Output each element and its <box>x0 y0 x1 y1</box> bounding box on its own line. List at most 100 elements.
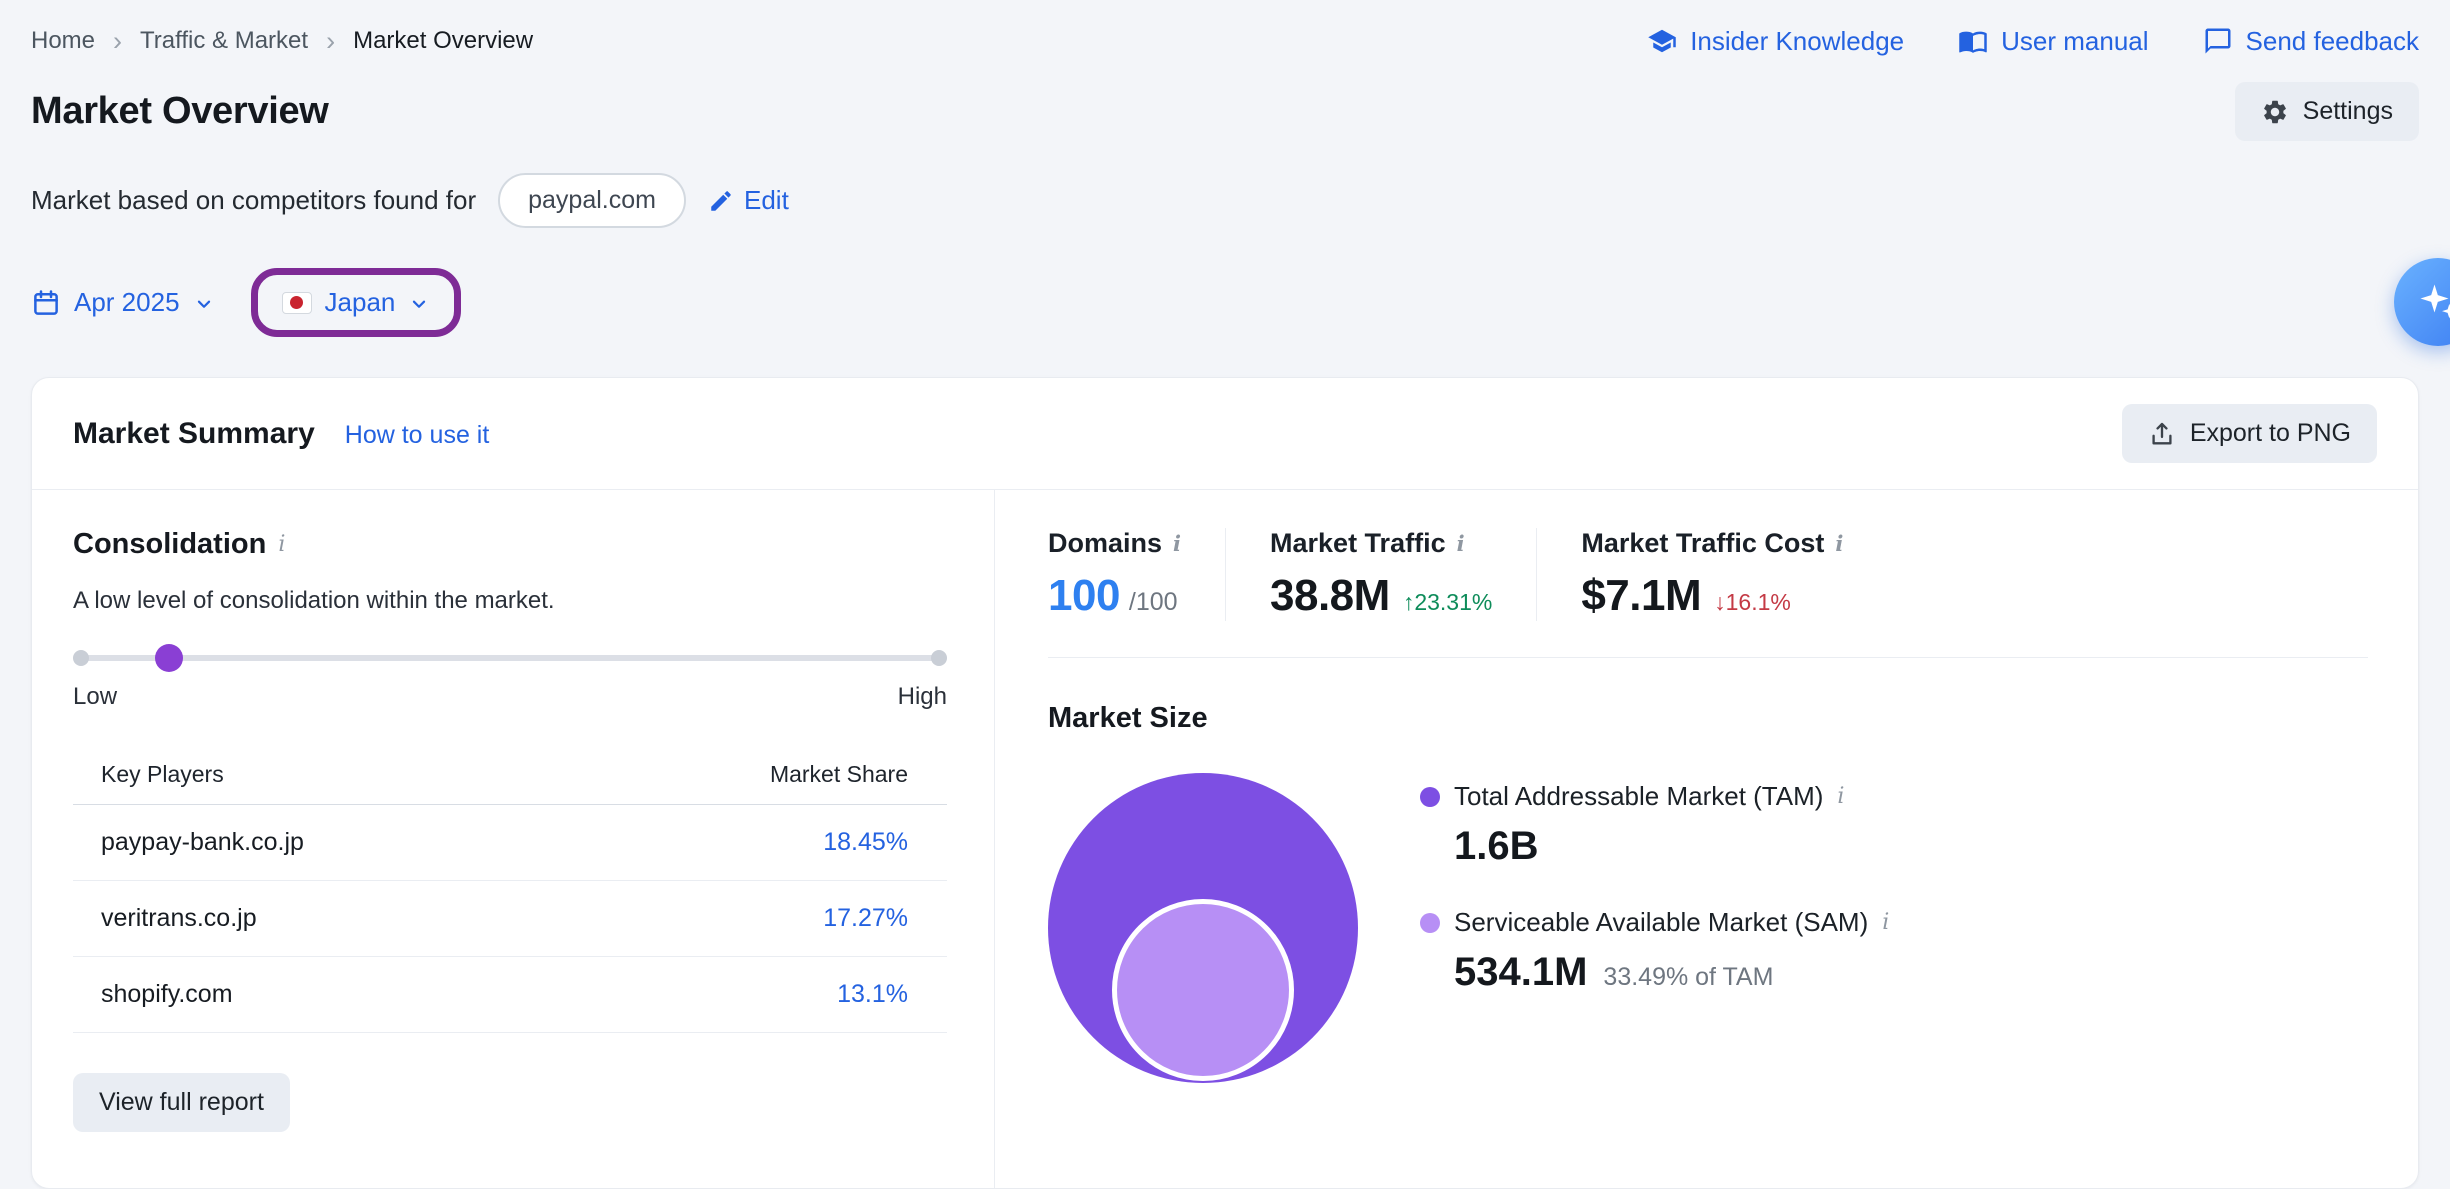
market-share-value[interactable]: 17.27% <box>823 904 908 933</box>
key-player-domain: paypay-bank.co.jp <box>101 828 304 857</box>
card-body: Consolidation i A low level of consolida… <box>32 490 2418 1188</box>
market-traffic-cost-label: Market Traffic Cost <box>1581 528 1824 559</box>
key-players-table: Key Players Market Share paypay-bank.co.… <box>73 761 947 1033</box>
market-share-value[interactable]: 18.45% <box>823 828 908 857</box>
page: Home › Traffic & Market › Market Overvie… <box>0 0 2450 1189</box>
card-title: Market Summary <box>73 417 315 451</box>
domains-value: 100 <box>1048 571 1120 621</box>
legend-sam: Serviceable Available Market (SAM) i 534… <box>1420 907 1889 995</box>
breadcrumb-current: Market Overview <box>353 27 533 55</box>
consolidation-slider[interactable] <box>73 643 947 673</box>
export-png-button[interactable]: Export to PNG <box>2122 404 2377 463</box>
top-links: Insider Knowledge User manual Send feedb… <box>1647 26 2419 57</box>
market-size-bubble-chart <box>1048 773 1358 1083</box>
market-share-value[interactable]: 13.1% <box>837 980 908 1009</box>
market-summary-card: Market Summary How to use it Export to P… <box>31 377 2419 1189</box>
market-metrics-section: Domains i 100 /100 Market Traffic i <box>995 490 2418 1188</box>
breadcrumb: Home › Traffic & Market › Market Overvie… <box>31 27 533 55</box>
region-filter[interactable]: Japan <box>282 287 431 318</box>
gear-icon <box>2261 98 2289 126</box>
pencil-icon <box>708 188 734 214</box>
settings-button[interactable]: Settings <box>2235 82 2419 141</box>
how-to-use-link[interactable]: How to use it <box>345 421 490 450</box>
page-title: Market Overview <box>31 90 329 133</box>
user-manual-label: User manual <box>2001 26 2148 57</box>
info-icon[interactable]: i <box>278 532 285 557</box>
date-filter-label: Apr 2025 <box>74 287 180 318</box>
settings-label: Settings <box>2303 97 2393 126</box>
user-manual-link[interactable]: User manual <box>1958 26 2148 57</box>
japan-flag-icon <box>282 292 312 314</box>
slider-track[interactable] <box>73 655 947 661</box>
send-feedback-label: Send feedback <box>2246 26 2419 57</box>
market-size-title: Market Size <box>1048 702 1208 735</box>
view-full-report-button[interactable]: View full report <box>73 1073 290 1132</box>
consolidation-title: Consolidation <box>73 528 266 561</box>
subheader-text: Market based on competitors found for <box>31 185 476 216</box>
metric-domains: Domains i 100 /100 <box>1048 528 1226 621</box>
breadcrumb-separator: › <box>326 28 335 55</box>
table-row: veritrans.co.jp 17.27% <box>73 881 947 957</box>
tam-dot-icon <box>1420 787 1440 807</box>
info-icon[interactable]: i <box>1837 784 1844 809</box>
chat-bubble-icon <box>2203 26 2233 56</box>
filter-row: Apr 2025 Japan <box>31 268 2419 337</box>
domains-label: Domains <box>1048 528 1162 559</box>
slider-thumb[interactable] <box>155 644 183 672</box>
title-row: Market Overview Settings <box>31 82 2419 141</box>
tam-label: Total Addressable Market (TAM) <box>1454 781 1823 812</box>
market-traffic-cost-value: $7.1M <box>1581 571 1701 621</box>
sparkles-icon <box>2417 281 2450 323</box>
slider-low-label: Low <box>73 683 117 711</box>
breadcrumb-traffic-market[interactable]: Traffic & Market <box>140 27 308 55</box>
date-filter[interactable]: Apr 2025 <box>31 287 215 318</box>
info-icon[interactable]: i <box>1882 910 1889 935</box>
chevron-down-icon <box>193 293 215 315</box>
edit-label: Edit <box>744 185 789 216</box>
edit-link[interactable]: Edit <box>708 185 789 216</box>
insider-knowledge-link[interactable]: Insider Knowledge <box>1647 26 1904 57</box>
sam-note: 33.49% of TAM <box>1603 963 1773 992</box>
top-bar: Home › Traffic & Market › Market Overvie… <box>31 18 2419 64</box>
legend-tam: Total Addressable Market (TAM) i 1.6B <box>1420 781 1889 869</box>
view-full-report-label: View full report <box>99 1088 264 1117</box>
sam-value: 534.1M <box>1454 950 1587 995</box>
metrics-row: Domains i 100 /100 Market Traffic i <box>1048 528 2368 621</box>
table-row: shopify.com 13.1% <box>73 957 947 1033</box>
info-icon[interactable]: i <box>1457 531 1465 556</box>
market-traffic-delta: ↑23.31% <box>1403 589 1493 616</box>
consolidation-description: A low level of consolidation within the … <box>73 587 947 615</box>
table-header-row: Key Players Market Share <box>73 761 947 805</box>
graduation-cap-icon <box>1647 26 1677 56</box>
export-png-label: Export to PNG <box>2190 419 2351 448</box>
metric-market-traffic: Market Traffic i 38.8M ↑23.31% <box>1270 528 1537 621</box>
breadcrumb-home[interactable]: Home <box>31 27 95 55</box>
metric-market-traffic-cost: Market Traffic Cost i $7.1M ↓16.1% <box>1581 528 1887 621</box>
tam-value: 1.6B <box>1454 824 1539 869</box>
market-size-legend: Total Addressable Market (TAM) i 1.6B Se… <box>1420 773 1889 995</box>
key-players-header: Key Players <box>101 761 224 788</box>
divider <box>1048 657 2368 658</box>
region-filter-label: Japan <box>325 287 396 318</box>
domains-suffix: /100 <box>1129 588 1178 617</box>
key-player-domain: veritrans.co.jp <box>101 904 257 933</box>
send-feedback-link[interactable]: Send feedback <box>2203 26 2419 57</box>
target-domain: paypal.com <box>528 186 656 214</box>
consolidation-section: Consolidation i A low level of consolida… <box>32 490 995 1188</box>
insider-knowledge-label: Insider Knowledge <box>1690 26 1904 57</box>
sam-label: Serviceable Available Market (SAM) <box>1454 907 1868 938</box>
export-icon <box>2148 420 2176 448</box>
market-traffic-cost-delta: ↓16.1% <box>1714 589 1791 616</box>
info-icon[interactable]: i <box>1835 531 1843 556</box>
target-domain-pill: paypal.com <box>498 173 686 228</box>
book-icon <box>1958 26 1988 56</box>
subheader: Market based on competitors found for pa… <box>31 173 2419 228</box>
slider-right-endcap <box>931 650 947 666</box>
market-traffic-label: Market Traffic <box>1270 528 1446 559</box>
slider-high-label: High <box>898 683 947 711</box>
sam-dot-icon <box>1420 913 1440 933</box>
key-player-domain: shopify.com <box>101 980 233 1009</box>
annotation-highlight-box: Japan <box>251 268 462 337</box>
info-icon[interactable]: i <box>1173 531 1181 556</box>
slider-left-endcap <box>73 650 89 666</box>
